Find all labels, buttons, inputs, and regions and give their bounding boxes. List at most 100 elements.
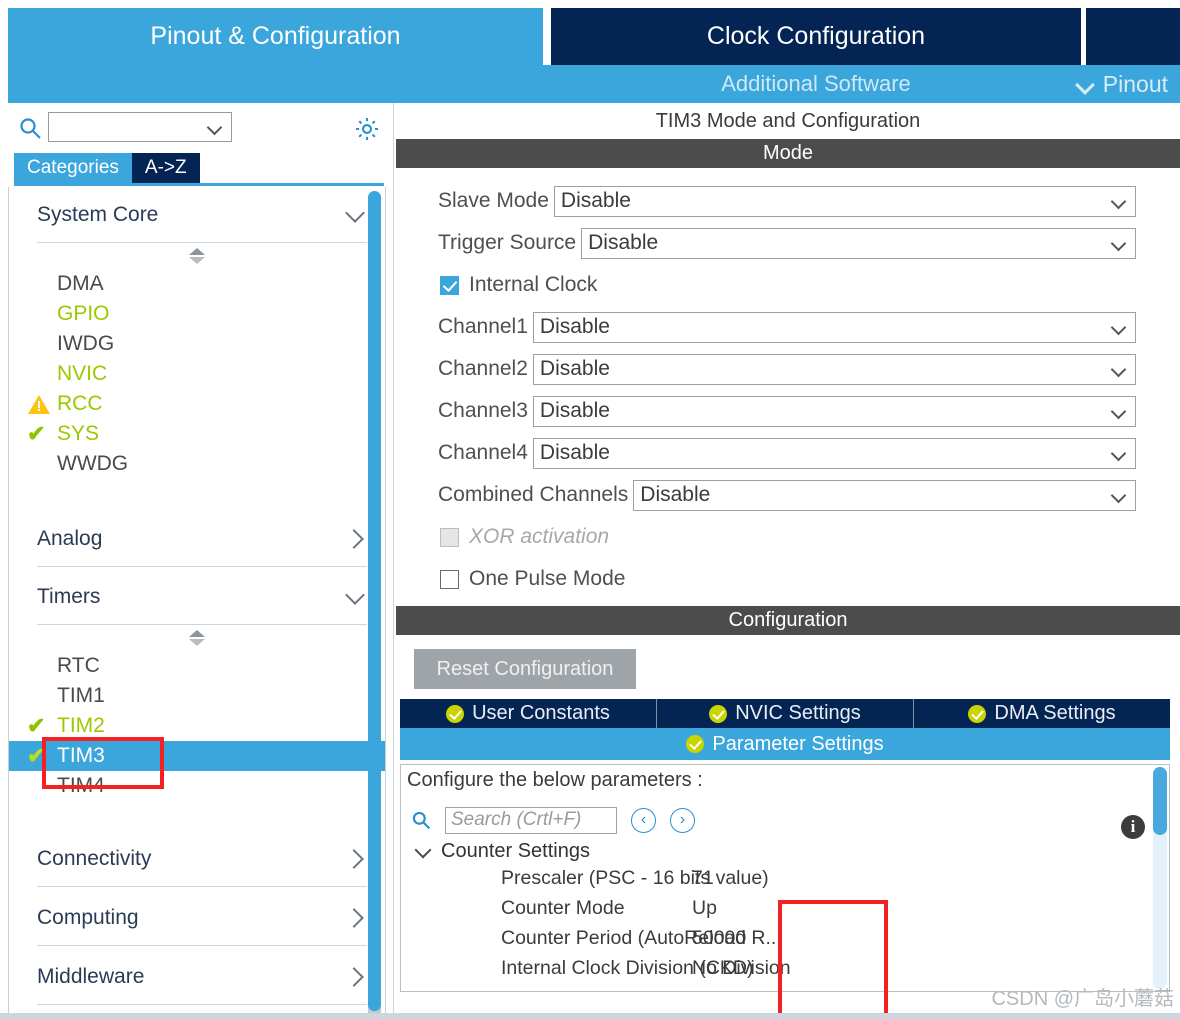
search-input[interactable]: [48, 112, 232, 142]
tab-strip: Pinout & Configuration Clock Configurati…: [8, 8, 1180, 103]
chevron-down-icon: [1077, 76, 1093, 92]
sidebar-item-gpio-label: GPIO: [57, 302, 110, 325]
sidebar-item-tim1[interactable]: TIM1: [9, 681, 385, 711]
chevron-down-icon: [345, 204, 367, 226]
channel3-select[interactable]: Disable: [532, 395, 1136, 427]
sidebar-item-tim3[interactable]: ✔ TIM3: [9, 741, 385, 771]
channel4-value: Disable: [539, 441, 610, 464]
parameter-value-clock-division[interactable]: No Division: [684, 957, 791, 980]
tab-parameter-settings[interactable]: Parameter Settings: [400, 728, 1170, 760]
parameter-row-counter-mode[interactable]: Counter Mode Up: [401, 893, 1169, 923]
xor-activation-row: XOR activation: [396, 516, 1180, 558]
chevron-down-icon: [207, 122, 223, 132]
parameter-group-counter-settings[interactable]: Counter Settings: [401, 840, 1169, 863]
parameter-hint: Configure the below parameters :: [407, 769, 703, 791]
ok-check-icon: [686, 735, 705, 753]
trigger-source-value: Disable: [588, 231, 659, 254]
chevron-down-icon: [1111, 406, 1127, 416]
channel4-select[interactable]: Disable: [532, 437, 1136, 469]
slave-mode-select[interactable]: Disable: [553, 185, 1136, 217]
pinout-dropdown-label: Pinout: [1102, 70, 1168, 97]
sidebar-tab-categories[interactable]: Categories: [14, 153, 132, 183]
tab-dma-settings[interactable]: DMA Settings: [914, 699, 1170, 728]
channel2-row: Channel2 Disable: [396, 348, 1180, 390]
scroll-spinner-timers[interactable]: [9, 625, 385, 651]
sidebar-group-analog-label: Analog: [37, 526, 103, 550]
watermark: CSDN @广岛小蘑菇: [991, 988, 1174, 1010]
chevron-right-circle-icon[interactable]: ›: [670, 807, 695, 833]
channel1-row: Channel1 Disable: [396, 306, 1180, 348]
tab-user-constants[interactable]: User Constants: [400, 699, 657, 728]
sidebar-item-sys[interactable]: ✔ SYS: [9, 419, 385, 449]
sidebar-group-analog[interactable]: Analog: [37, 511, 367, 567]
sidebar-item-rtc[interactable]: RTC: [9, 651, 385, 681]
slave-mode-label: Slave Mode: [438, 189, 549, 212]
check-icon: ✔: [27, 743, 46, 768]
parameter-scrollbar-thumb[interactable]: [1153, 767, 1167, 835]
reset-configuration-button[interactable]: Reset Configuration: [414, 649, 636, 689]
sidebar-item-rcc[interactable]: RCC: [9, 389, 385, 419]
parameter-row-prescaler[interactable]: Prescaler (PSC - 16 bits value) 71: [401, 863, 1169, 893]
sidebar-search-row: [0, 107, 394, 147]
scroll-spinner-system-core[interactable]: [9, 243, 385, 269]
parameter-value-counter-mode[interactable]: Up: [684, 897, 717, 920]
sidebar-item-tim2-label: TIM2: [57, 714, 105, 737]
pinout-dropdown[interactable]: Pinout: [1077, 65, 1168, 103]
sub-tab-bar: Additional Software Pinout: [8, 65, 1180, 103]
parameter-search-input[interactable]: Search (Crtl+F): [445, 806, 617, 834]
xor-activation-checkbox: [440, 527, 459, 547]
sidebar-item-nvic[interactable]: NVIC: [9, 359, 385, 389]
trigger-source-select[interactable]: Disable: [581, 227, 1136, 259]
internal-clock-row[interactable]: Internal Clock: [396, 264, 1180, 306]
sidebar-item-dma[interactable]: DMA: [9, 269, 385, 299]
sidebar-item-rtc-label: RTC: [57, 654, 100, 677]
sidebar-item-wwdg[interactable]: WWDG: [9, 449, 385, 479]
sidebar-group-connectivity[interactable]: Connectivity: [37, 831, 367, 887]
gear-icon[interactable]: [353, 115, 381, 143]
sidebar-item-tim3-label: TIM3: [57, 744, 105, 767]
sidebar-item-tim2[interactable]: ✔ TIM2: [9, 711, 385, 741]
channel1-select[interactable]: Disable: [532, 311, 1136, 343]
sidebar-group-middleware[interactable]: Middleware: [37, 949, 367, 1005]
sidebar-item-tim4-label: TIM4: [57, 774, 105, 797]
info-icon[interactable]: i: [1121, 815, 1145, 839]
parameter-value-prescaler[interactable]: 71: [684, 867, 714, 890]
sidebar-group-timers[interactable]: Timers: [37, 569, 367, 625]
mode-band-label: Mode: [762, 142, 814, 164]
sidebar-item-wwdg-label: WWDG: [57, 452, 129, 475]
channel1-value: Disable: [539, 315, 610, 338]
additional-software-label[interactable]: Additional Software: [551, 65, 1081, 103]
sidebar-item-tim1-label: TIM1: [57, 684, 105, 707]
one-pulse-mode-checkbox[interactable]: [440, 569, 459, 589]
peripheral-tree: System Core DMA GPIO IWDG NVIC RCC ✔ SYS…: [8, 187, 386, 1019]
tab-clock-configuration[interactable]: Clock Configuration: [551, 8, 1081, 65]
check-icon: ✔: [27, 713, 46, 738]
triangle-down-icon: [189, 639, 205, 646]
chevron-right-icon: [345, 528, 367, 550]
sidebar-tab-a-to-z[interactable]: A->Z: [131, 153, 200, 183]
sidebar-group-computing[interactable]: Computing: [37, 890, 367, 946]
parameter-value-counter-period[interactable]: 50000: [684, 927, 746, 950]
sidebar-group-system-core-label: System Core: [37, 202, 159, 226]
parameter-row-clock-division[interactable]: Internal Clock Division (CKD) No Divisio…: [401, 953, 1169, 983]
sidebar-item-tim4[interactable]: TIM4: [9, 771, 385, 801]
sidebar-scrollbar-thumb[interactable]: [368, 191, 381, 1011]
chevron-left-circle-icon[interactable]: ‹: [631, 807, 656, 833]
tab-nvic-settings[interactable]: NVIC Settings: [657, 699, 914, 728]
chevron-down-icon: [415, 843, 433, 861]
configuration-band: Configuration: [396, 606, 1180, 635]
tab-parameter-settings-label: Parameter Settings: [712, 732, 884, 755]
chevron-down-icon: [1111, 196, 1127, 206]
internal-clock-checkbox[interactable]: [440, 275, 459, 295]
sidebar-item-iwdg[interactable]: IWDG: [9, 329, 385, 359]
channel2-select[interactable]: Disable: [532, 353, 1136, 385]
sidebar-group-system-core[interactable]: System Core: [37, 187, 367, 243]
one-pulse-mode-row[interactable]: One Pulse Mode: [396, 558, 1180, 600]
sidebar-item-rcc-label: RCC: [57, 392, 103, 415]
parameter-row-counter-period[interactable]: Counter Period (AutoReload R.. 50000: [401, 923, 1169, 953]
combined-channels-select[interactable]: Disable: [633, 479, 1136, 511]
tab-pinout-configuration[interactable]: Pinout & Configuration: [8, 8, 543, 65]
top-tab-bar: Pinout & Configuration Clock Configurati…: [0, 0, 1180, 103]
tab-partial-next[interactable]: [1086, 8, 1180, 65]
sidebar-item-gpio[interactable]: GPIO: [9, 299, 385, 329]
